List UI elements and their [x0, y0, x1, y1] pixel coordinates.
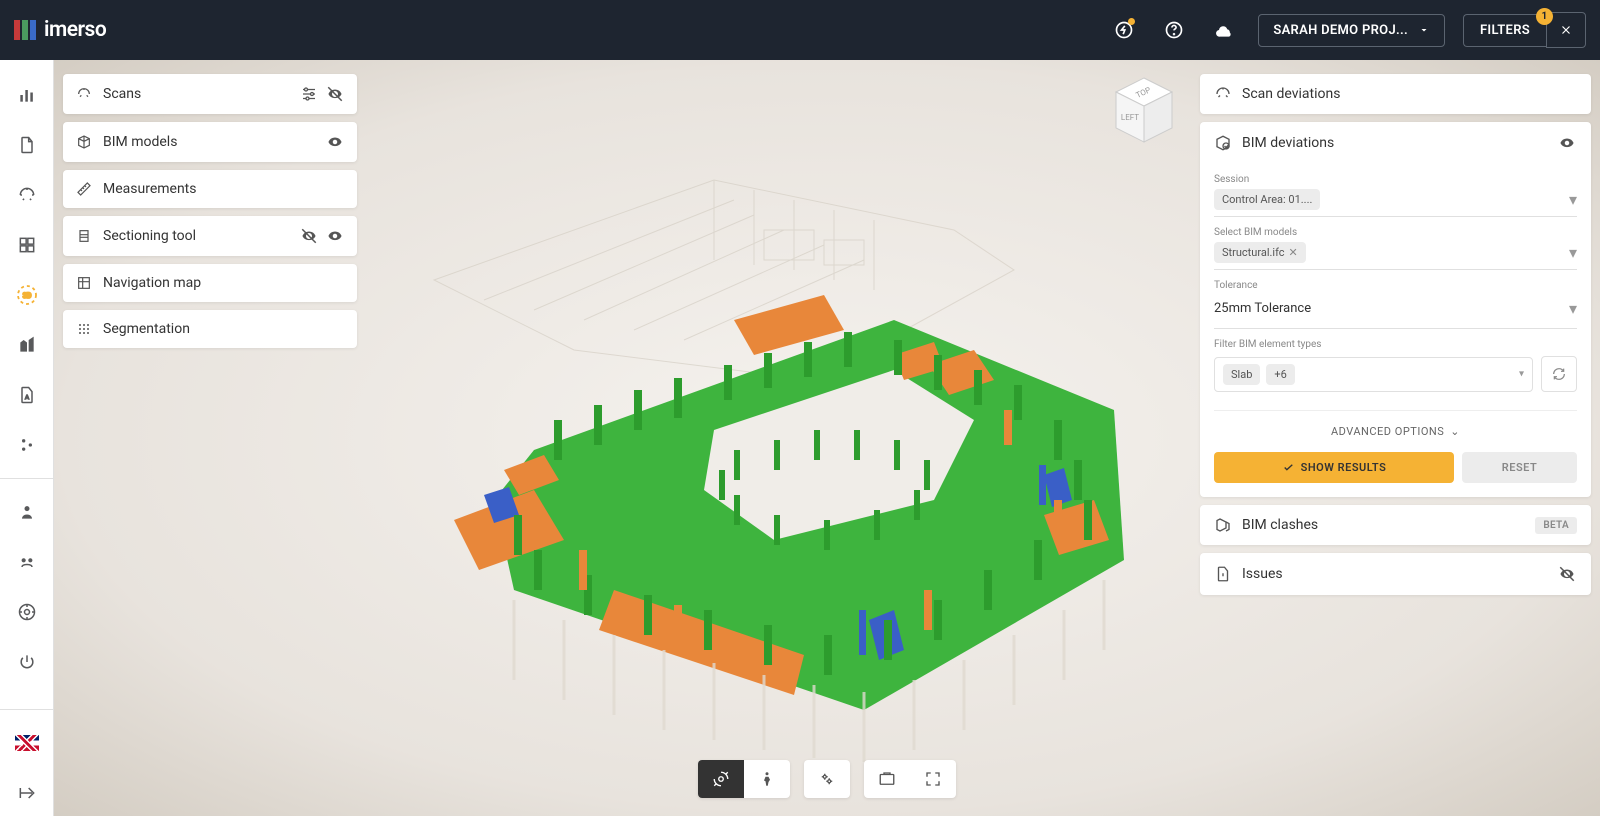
- issues-icon: [1214, 565, 1232, 583]
- chevron-down-icon: ⌄: [1450, 425, 1460, 438]
- project-selector[interactable]: SARAH DEMO PROJ...: [1258, 14, 1445, 47]
- nav-settings[interactable]: [4, 422, 50, 468]
- tool-measurements[interactable]: Measurements: [63, 170, 357, 208]
- tool-label: Segmentation: [103, 321, 345, 337]
- screenshot-button[interactable]: [864, 760, 910, 798]
- bim-deviations-icon: [1214, 134, 1232, 152]
- logo-icon: [14, 20, 38, 40]
- filters-button[interactable]: FILTERS 1: [1463, 14, 1546, 47]
- field-label: Session: [1214, 174, 1577, 185]
- session-selector[interactable]: Control Area: 01.... ▾: [1214, 189, 1577, 217]
- tool-label: Sectioning tool: [103, 228, 289, 244]
- filter-chip: Slab: [1223, 364, 1260, 385]
- segmentation-icon: [75, 320, 93, 338]
- nav-documents[interactable]: [4, 122, 50, 168]
- app-logo[interactable]: imerso: [14, 18, 106, 42]
- nav-file[interactable]: A: [4, 372, 50, 418]
- help-icon[interactable]: [1158, 14, 1190, 46]
- reset-button[interactable]: RESET: [1462, 452, 1577, 483]
- tool-segmentation[interactable]: Segmentation: [63, 310, 357, 348]
- nav-collapse[interactable]: [4, 770, 50, 816]
- notifications-icon[interactable]: [1108, 14, 1140, 46]
- bim-model-selector[interactable]: Structural.ifc ✕ ▾: [1214, 242, 1577, 270]
- panel-title: BIM deviations: [1242, 135, 1547, 151]
- nav-language[interactable]: [4, 720, 50, 766]
- nav-buildings[interactable]: [4, 322, 50, 368]
- visibility-off-icon[interactable]: [299, 226, 319, 246]
- project-name: SARAH DEMO PROJ...: [1273, 23, 1408, 38]
- cloud-icon[interactable]: [1208, 14, 1240, 46]
- panel-scan-deviations[interactable]: Scan deviations: [1200, 74, 1591, 114]
- panel-title: Issues: [1242, 566, 1547, 582]
- nav-view-mode[interactable]: [4, 539, 50, 585]
- remove-chip-icon[interactable]: ✕: [1289, 246, 1298, 259]
- scan-deviations-icon: [1214, 85, 1232, 103]
- cube-icon: [75, 133, 93, 151]
- orbit-mode-button[interactable]: [698, 760, 744, 798]
- walk-mode-button[interactable]: [744, 760, 790, 798]
- panel-bim-clashes[interactable]: BIM clashes BETA: [1200, 505, 1591, 545]
- tool-bim-models[interactable]: BIM models: [63, 122, 357, 162]
- nav-scans[interactable]: [4, 172, 50, 218]
- field-label: Filter BIM element types: [1214, 339, 1577, 350]
- show-results-button[interactable]: SHOW RESULTS: [1214, 452, 1454, 483]
- tool-label: Measurements: [103, 181, 345, 197]
- panel-issues[interactable]: Issues: [1200, 553, 1591, 595]
- model-chip: Structural.ifc ✕: [1214, 242, 1306, 263]
- view-settings-button[interactable]: [804, 760, 850, 798]
- tool-navigation-map[interactable]: Navigation map: [63, 264, 357, 302]
- nav-power[interactable]: [4, 639, 50, 685]
- nav-3d-view[interactable]: 3D: [4, 272, 50, 318]
- chevron-down-icon: ▾: [1569, 190, 1577, 209]
- nav-user[interactable]: [4, 489, 50, 535]
- tool-scans[interactable]: Scans: [63, 74, 357, 114]
- logo-text: imerso: [44, 18, 106, 42]
- tool-sectioning[interactable]: Sectioning tool: [63, 216, 357, 256]
- svg-text:A: A: [25, 395, 29, 401]
- panel-bim-deviations[interactable]: BIM deviations: [1200, 122, 1591, 164]
- tool-settings-icon[interactable]: [299, 84, 319, 104]
- beta-badge: BETA: [1535, 517, 1577, 534]
- filter-chip-more: +6: [1266, 364, 1294, 385]
- bim-3d-viewport[interactable]: [334, 120, 1164, 780]
- filters-count-badge: 1: [1536, 8, 1553, 25]
- chevron-down-icon: [1418, 24, 1430, 36]
- nav-support[interactable]: [4, 589, 50, 635]
- svg-text:3D: 3D: [22, 292, 31, 300]
- nav-analytics[interactable]: [4, 72, 50, 118]
- field-label: Tolerance: [1214, 280, 1577, 291]
- filter-types-selector[interactable]: Slab +6 ▾: [1214, 357, 1533, 392]
- tool-label: Navigation map: [103, 275, 345, 291]
- visibility-off-icon[interactable]: [1557, 564, 1577, 584]
- fullscreen-button[interactable]: [910, 760, 956, 798]
- session-chip: Control Area: 01....: [1214, 189, 1320, 210]
- nav-models[interactable]: [4, 222, 50, 268]
- visibility-off-icon[interactable]: [325, 84, 345, 104]
- section-icon: [75, 227, 93, 245]
- field-label: Select BIM models: [1214, 227, 1577, 238]
- tolerance-selector[interactable]: 25mm Tolerance ▾: [1214, 295, 1577, 329]
- ruler-icon: [75, 180, 93, 198]
- tool-label: BIM models: [103, 134, 315, 150]
- chevron-down-icon: ▾: [1519, 369, 1524, 380]
- visibility-on-icon[interactable]: [1557, 133, 1577, 153]
- map-icon: [75, 274, 93, 292]
- check-icon: [1282, 461, 1295, 474]
- advanced-options-toggle[interactable]: ADVANCED OPTIONS ⌄: [1214, 425, 1577, 438]
- tool-label: Scans: [103, 86, 289, 102]
- panel-title: Scan deviations: [1242, 86, 1577, 102]
- chevron-down-icon: ▾: [1569, 299, 1577, 318]
- clashes-icon: [1214, 516, 1232, 534]
- chevron-down-icon: ▾: [1569, 243, 1577, 262]
- scans-icon: [75, 85, 93, 103]
- panel-title: BIM clashes: [1242, 517, 1525, 533]
- refresh-button[interactable]: [1541, 356, 1577, 392]
